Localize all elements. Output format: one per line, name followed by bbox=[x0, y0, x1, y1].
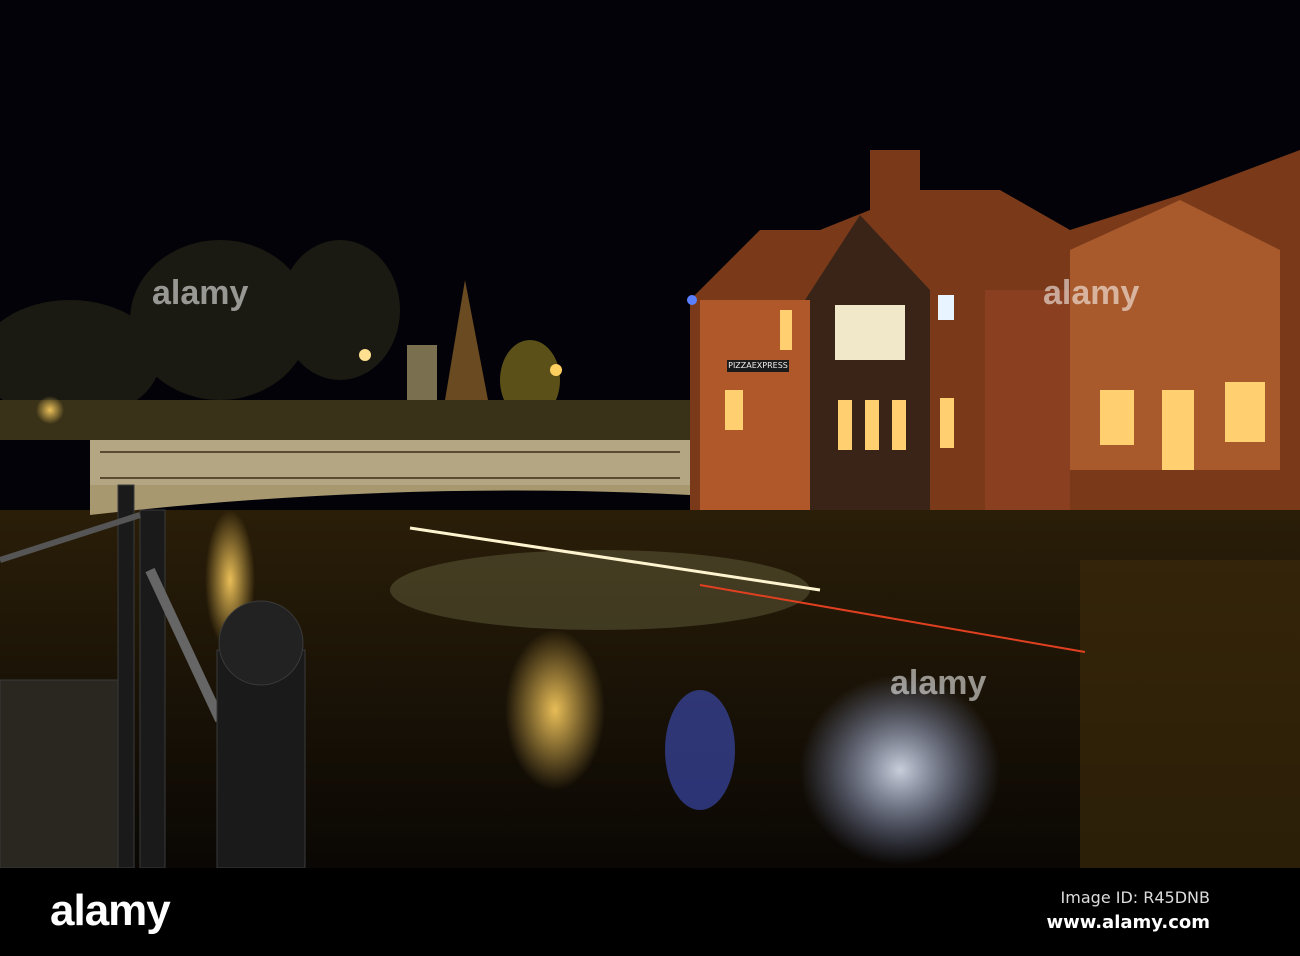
website-url: www.alamy.com bbox=[1046, 912, 1210, 933]
restaurant-sign: PIZZAEXPRESS bbox=[727, 360, 789, 372]
watermark: alamy bbox=[152, 274, 249, 312]
castle-tower bbox=[407, 345, 437, 400]
image-id: Image ID: R45DNB bbox=[1060, 888, 1210, 907]
alamy-logo: alamy bbox=[50, 886, 171, 935]
footer-bar: alamy Image ID: R45DNB www.alamy.com bbox=[0, 868, 1300, 956]
watermark: alamy bbox=[890, 664, 987, 702]
watermark: alamy bbox=[1043, 274, 1140, 312]
night-river-photo bbox=[0, 0, 1300, 868]
